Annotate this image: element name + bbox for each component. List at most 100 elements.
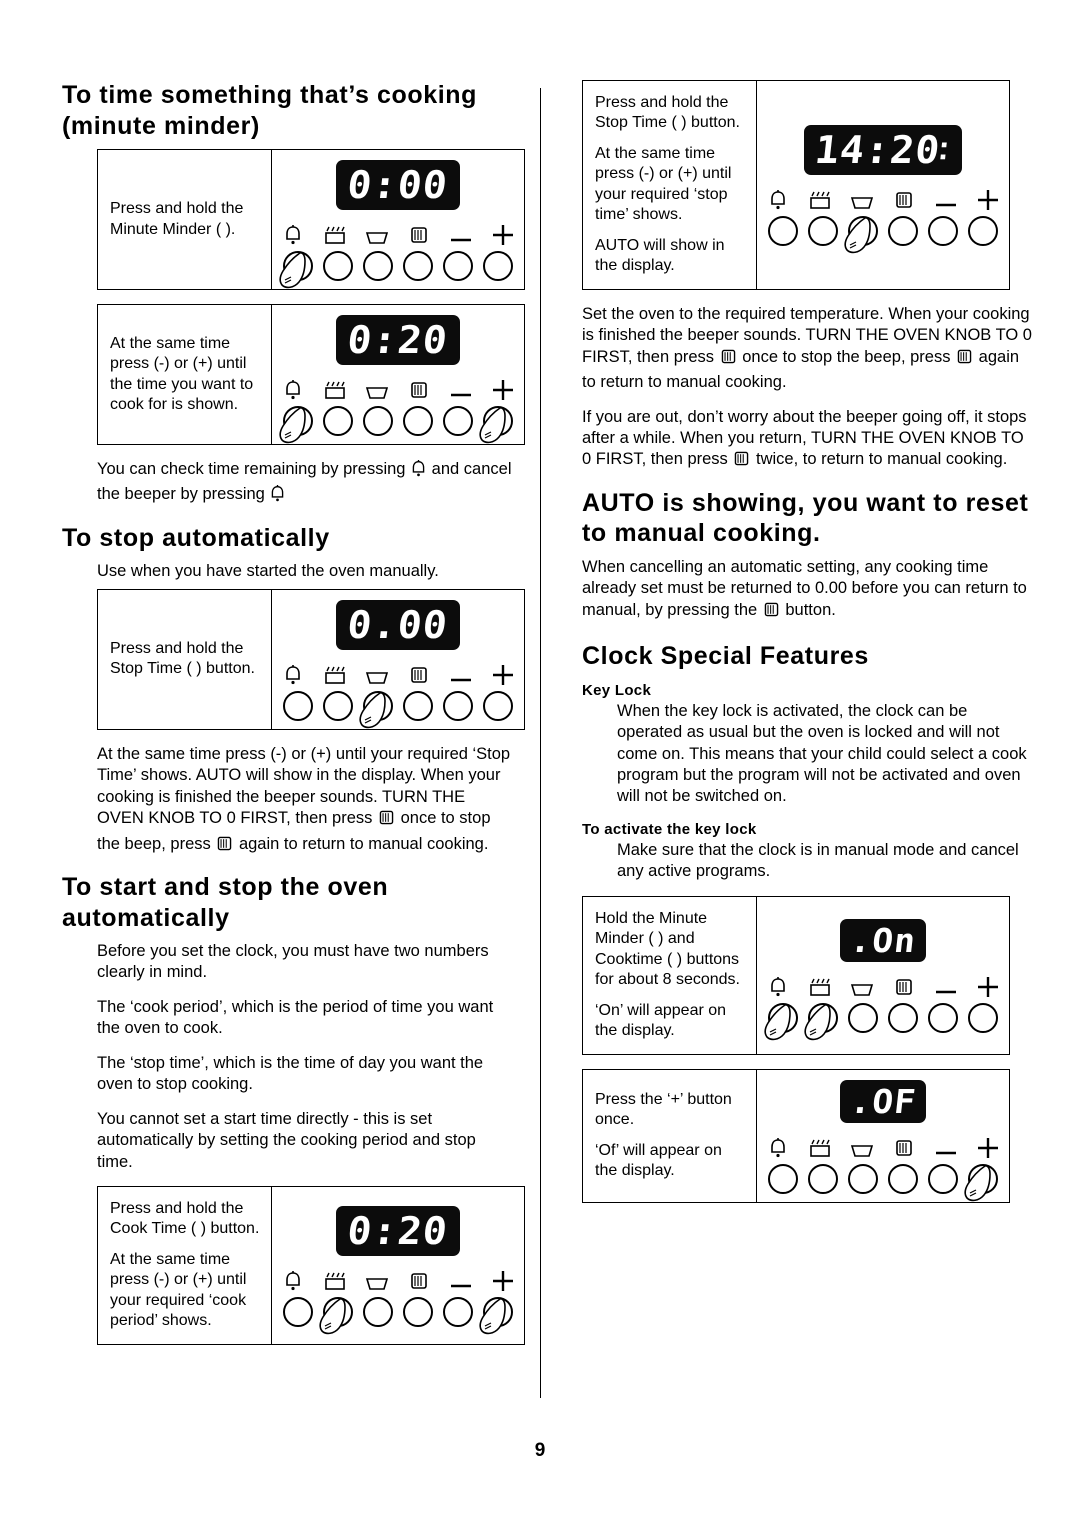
button-cook-time[interactable]: [808, 216, 838, 247]
button-row: [764, 1003, 998, 1041]
figure-caption: Press and hold the Cook Time ( ) button.…: [98, 1186, 272, 1344]
button-cook-time[interactable]: [804, 1003, 838, 1041]
button-minus[interactable]: [443, 1296, 473, 1327]
paragraph-ss-3: The ‘stop time’, which is the time of da…: [97, 1053, 484, 1094]
button-minute-minder[interactable]: [283, 690, 313, 721]
figure-caption-text-a: Press the ‘+’ button once.: [595, 1090, 732, 1129]
hand-icon: [406, 222, 432, 246]
button-minute-minder[interactable]: [768, 1163, 798, 1194]
bell-icon: [410, 459, 427, 484]
pointing-hand-icon: [279, 407, 306, 444]
figure-panel: .On: [757, 897, 1009, 1054]
pointing-hand-icon: [359, 691, 386, 729]
button-minute-minder[interactable]: [279, 251, 313, 289]
tray-icon: [364, 377, 390, 401]
button-auto[interactable]: [888, 1003, 918, 1034]
button-auto[interactable]: [403, 690, 433, 721]
bell-icon: [765, 974, 791, 998]
pot-icon: [322, 377, 348, 401]
button-cook-time[interactable]: [323, 406, 353, 436]
button-plus[interactable]: [968, 1003, 998, 1034]
button-minus[interactable]: [928, 1003, 958, 1034]
button-auto[interactable]: [888, 216, 918, 247]
pot-icon: [807, 1135, 833, 1159]
button-auto[interactable]: [403, 406, 433, 436]
button-stop-time[interactable]: [363, 406, 393, 436]
clock-display-value: 0:00: [345, 163, 451, 207]
button-minute-minder[interactable]: [768, 216, 798, 247]
clock-display: 14:20 ▪ ▪: [803, 125, 963, 176]
hand-icon: [891, 1135, 917, 1159]
button-auto[interactable]: [403, 251, 433, 281]
figure-caption-text-a: Hold the Minute Minder ( ) and Cooktime …: [595, 909, 740, 989]
pot-icon: [322, 222, 348, 246]
button-minute-minder[interactable]: [764, 1003, 798, 1041]
button-cook-time[interactable]: [323, 251, 353, 281]
text-b: button.: [785, 600, 836, 619]
pointing-hand-icon: [764, 1004, 791, 1041]
button-minus[interactable]: [928, 216, 958, 247]
minus-icon: [448, 662, 474, 686]
figure-stop-time-set: Press and hold the Stop Time ( ) button.…: [582, 80, 1010, 290]
button-cook-time[interactable]: [323, 690, 353, 721]
button-minute-minder[interactable]: [283, 1296, 313, 1327]
clock-display-value: 14:20: [812, 128, 943, 173]
figure-caption-text-b: ‘On’ will appear on the display.: [595, 1001, 727, 1040]
button-stop-time[interactable]: [848, 1003, 878, 1034]
clock-display-value: .OF: [847, 1081, 919, 1121]
button-plus[interactable]: [964, 1163, 998, 1201]
button-minute-minder[interactable]: [279, 406, 313, 444]
button-cook-time[interactable]: [319, 1296, 353, 1335]
indicator-icon-row: [280, 1266, 516, 1292]
tray-icon: [849, 1135, 875, 1159]
text-b: once to stop the beep, press: [742, 347, 951, 366]
figure-panel: 0:20: [272, 305, 524, 444]
heading-stop-automatically: To stop automatically: [62, 523, 330, 552]
button-plus[interactable]: [483, 251, 513, 281]
clock-display-value: 0:20: [345, 1208, 451, 1253]
pot-icon: [807, 974, 833, 998]
button-stop-time[interactable]: [363, 1296, 393, 1327]
button-plus[interactable]: [483, 690, 513, 721]
paragraph-right-1: Set the oven to the required temperature…: [582, 304, 1032, 394]
button-minus[interactable]: [443, 690, 473, 721]
figure-panel: 14:20 ▪ ▪: [757, 81, 1009, 289]
clock-display: 0:20: [336, 315, 460, 365]
button-row: [283, 1296, 513, 1335]
indicator-icon-row: [765, 1133, 1001, 1159]
hand-icon: [891, 974, 917, 998]
figure-caption-text: Press and hold the Minute Minder ( ).: [110, 199, 261, 240]
button-minus[interactable]: [443, 251, 473, 281]
minus-icon: [933, 1135, 959, 1159]
text-a: You can check time remaining by pressing: [97, 460, 406, 478]
button-stop-time[interactable]: [359, 690, 393, 729]
right-column: Press and hold the Stop Time ( ) button.…: [582, 80, 1032, 1217]
minus-icon: [933, 187, 959, 211]
button-stop-time[interactable]: [844, 216, 878, 254]
button-plus[interactable]: [479, 406, 513, 444]
button-auto[interactable]: [888, 1163, 918, 1194]
pot-icon: [807, 187, 833, 211]
button-plus[interactable]: [968, 216, 998, 247]
figure-caption: Press and hold the Stop Time ( ) button.…: [583, 81, 757, 289]
button-cook-time[interactable]: [808, 1163, 838, 1194]
paragraph-activate: Make sure that the clock is in manual mo…: [617, 840, 1019, 881]
figure-caption: Press and hold the Minute Minder ( ).: [98, 150, 272, 289]
paragraph-ss-2: The ‘cook period’, which is the period o…: [97, 997, 494, 1038]
indicator-icon-row: [280, 220, 516, 246]
clock-display: 0:00: [336, 160, 460, 210]
button-plus[interactable]: [479, 1296, 513, 1335]
bell-icon: [280, 1268, 306, 1292]
pointing-hand-icon: [479, 1297, 506, 1335]
clock-display-value: 0:20: [345, 318, 451, 362]
button-auto[interactable]: [403, 1296, 433, 1327]
button-stop-time[interactable]: [848, 1163, 878, 1194]
figure-panel: 0.00: [272, 590, 524, 729]
button-minus[interactable]: [928, 1163, 958, 1194]
button-stop-time[interactable]: [363, 251, 393, 281]
button-minus[interactable]: [443, 406, 473, 436]
figure-caption-text: Press and hold the Stop Time ( ) button.: [110, 639, 255, 678]
figure-keylock-on: Hold the Minute Minder ( ) and Cooktime …: [582, 895, 1010, 1055]
page-number: 9: [534, 1440, 546, 1461]
figure-keylock-off: Press the ‘+’ button once. ‘Of’ will app…: [582, 1068, 1010, 1203]
